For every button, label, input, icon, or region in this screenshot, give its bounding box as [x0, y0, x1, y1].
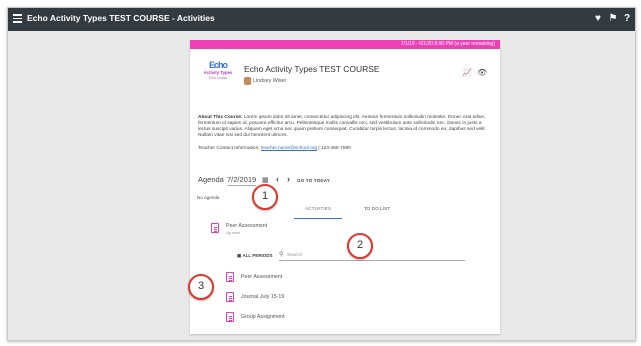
activity-item-title[interactable]: Peer Assessment [241, 274, 282, 280]
top-item-subtitle: Up next [226, 230, 240, 235]
agenda-label: Agenda [198, 175, 224, 184]
logo-rings: Echo [208, 60, 228, 70]
document-icon [226, 312, 234, 322]
about-label: About This Course: [198, 115, 243, 120]
activity-item-title[interactable]: Group Assignment [241, 314, 285, 320]
flag-icon[interactable]: ⚑ [607, 12, 619, 25]
hamburger-menu-icon[interactable] [13, 14, 22, 23]
calendar-icon[interactable]: ▦ [262, 176, 269, 184]
course-title: Echo Activity Types TEST COURSE [244, 64, 380, 74]
contact-separator: | [318, 146, 320, 151]
contact-label: Teacher Contact Information: [198, 146, 260, 151]
activity-item-title[interactable]: Journal July 15-19 [241, 294, 284, 300]
window-title: Echo Activity Types TEST COURSE - Activi… [27, 13, 215, 23]
top-bar: Echo Activity Types TEST COURSE - Activi… [8, 8, 635, 31]
all-periods-filter[interactable]: ▣ ALL PERIODS [237, 253, 273, 259]
screenshot-frame: Echo Activity Types TEST COURSE - Activi… [7, 7, 636, 341]
about-course: About This Course: Lorem ipsum dolor sit… [198, 115, 494, 139]
callout-3: 3 [188, 274, 214, 300]
top-item-title[interactable]: Peer Assessment [226, 223, 267, 229]
tab-activities[interactable]: ACTIVITIES [293, 207, 343, 212]
chevron-right-icon[interactable]: › [287, 174, 290, 184]
course-card: 7/1/19 - 6/1/20 8:00 PM (a year remainin… [190, 40, 500, 334]
logo-line2: Echo course [208, 76, 228, 80]
search-input[interactable] [287, 251, 457, 259]
course-logo: Echo Activity Types Echo course [198, 60, 238, 92]
heart-icon[interactable]: ♥ [592, 12, 604, 25]
go-to-today-button[interactable]: GO TO TODAY [297, 178, 330, 183]
eye-icon[interactable]: 👁 [477, 68, 487, 78]
document-icon [211, 223, 219, 233]
help-icon[interactable]: ? [621, 12, 633, 25]
callout-2: 2 [347, 233, 373, 259]
all-periods-label: ALL PERIODS [242, 253, 273, 258]
teacher-name: Lindsey Wiser [253, 78, 287, 84]
search-icon: ⚲ [279, 252, 284, 258]
no-agenda-text: No agenda [197, 195, 220, 200]
tab-to-do-list[interactable]: TO DO LIST [352, 207, 402, 212]
chevron-left-icon[interactable]: ‹ [276, 174, 279, 184]
contact-email-link[interactable]: teacher.name@school.org [261, 146, 317, 151]
chart-icon[interactable]: 📈 [462, 68, 472, 78]
agenda-date-field[interactable]: 7/2/2019 [227, 175, 257, 186]
course-date-range: 7/1/19 - 6/1/20 8:00 PM (a year remainin… [190, 40, 500, 49]
teacher-contact: Teacher Contact Information: teacher.nam… [198, 146, 351, 151]
teacher-avatar-icon [244, 77, 251, 85]
callout-1: 1 [252, 184, 278, 210]
document-icon [226, 272, 234, 282]
contact-phone: 123-456-7890 [320, 146, 351, 151]
active-tab-indicator [294, 218, 342, 219]
search-box[interactable]: ⚲ [279, 251, 465, 261]
calendar-small-icon: ▣ [237, 253, 242, 258]
journal-icon [226, 292, 234, 302]
